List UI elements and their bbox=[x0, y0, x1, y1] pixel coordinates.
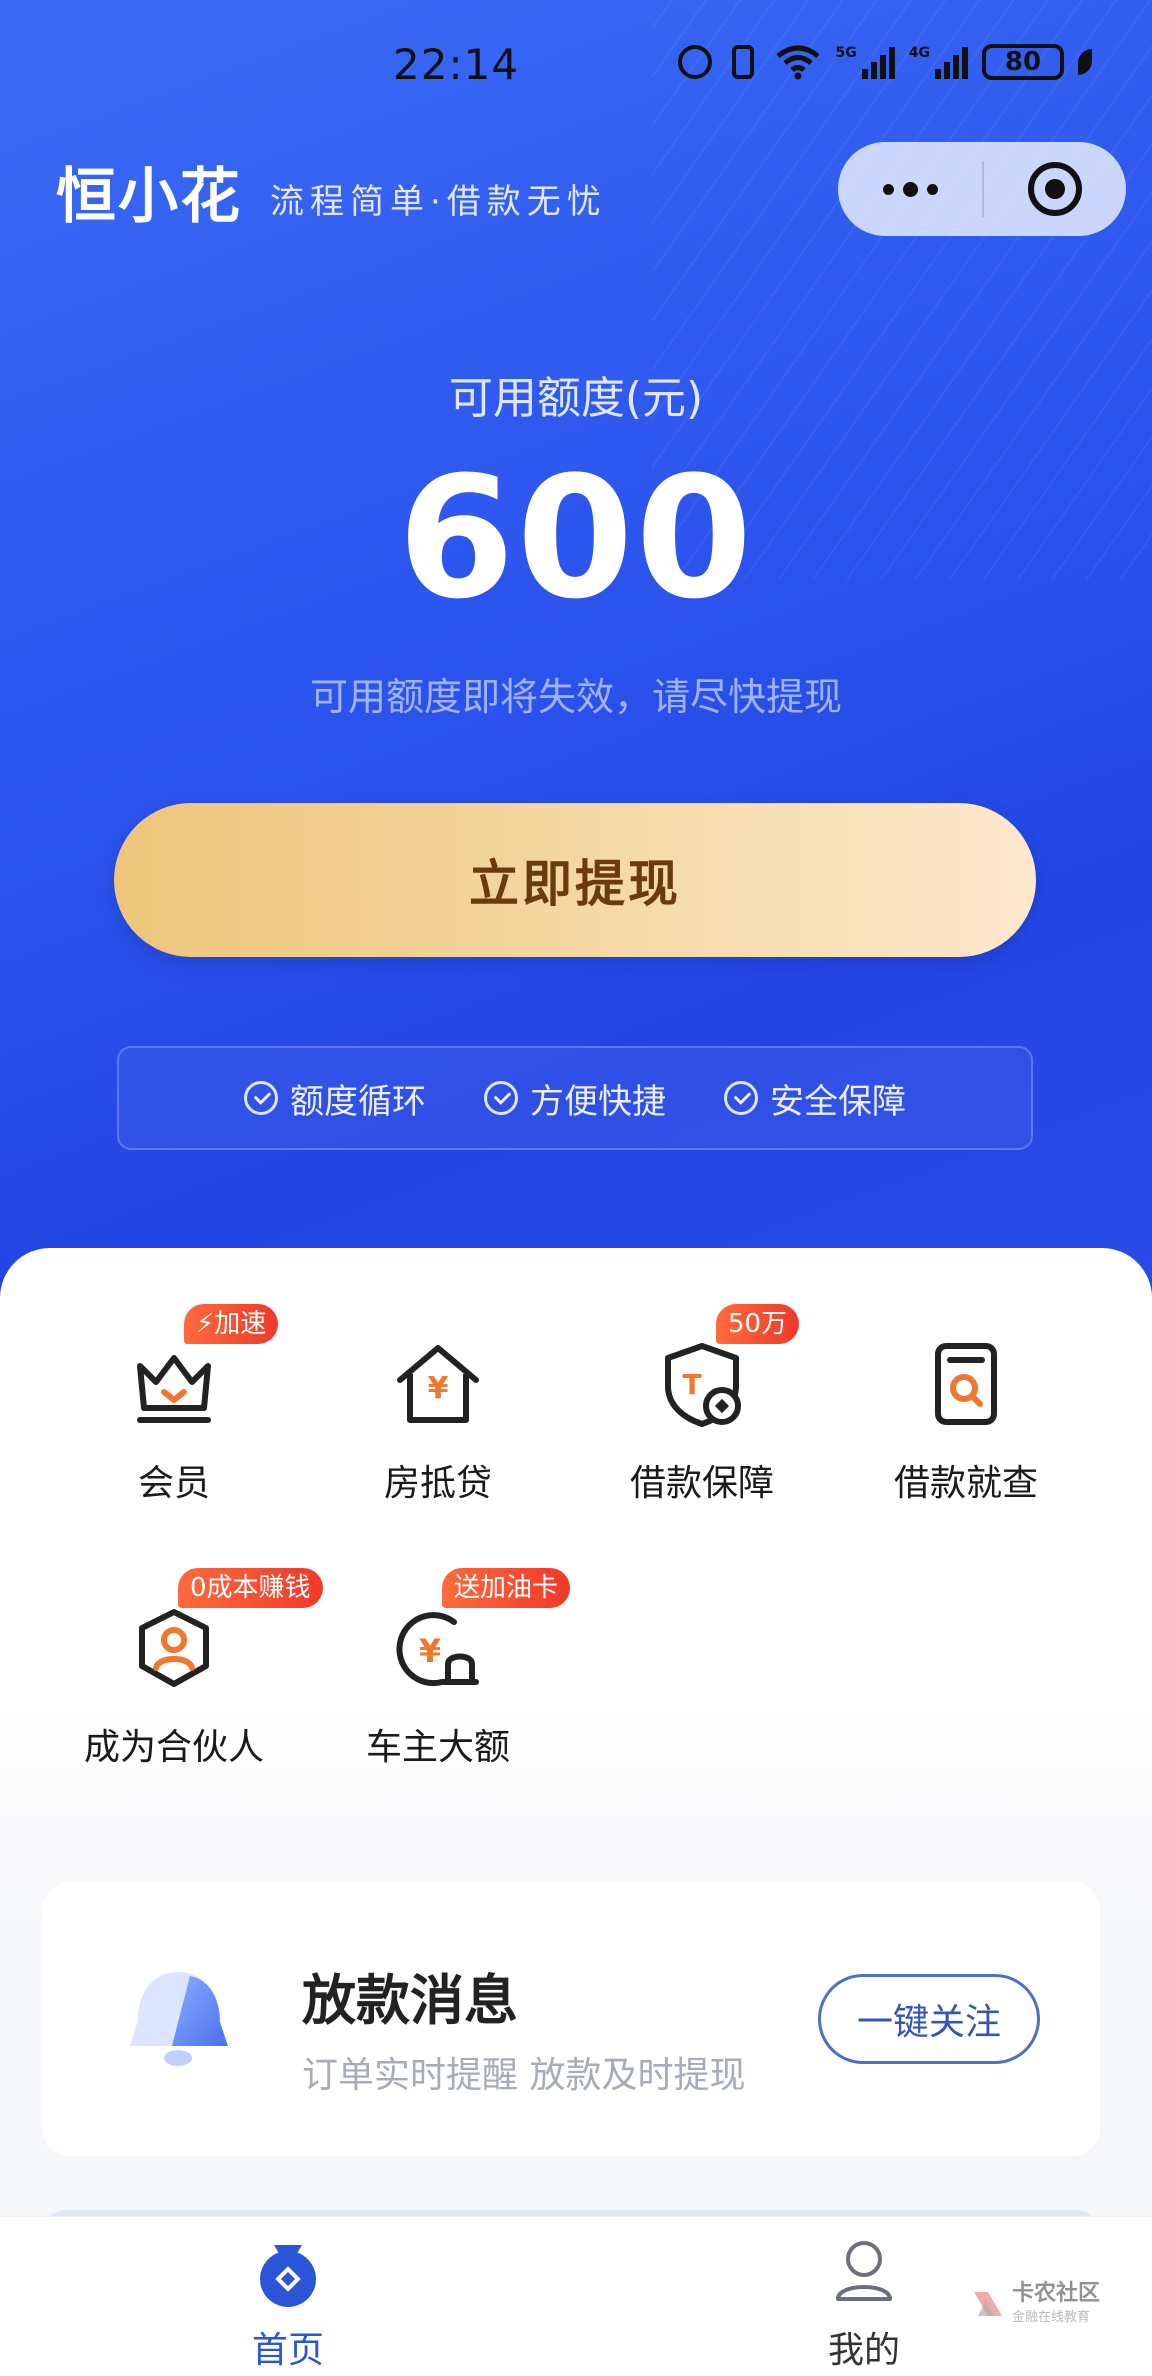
service-label: 成为合伙人 bbox=[83, 1727, 264, 1768]
status-time: 22:14 bbox=[393, 40, 520, 89]
wifi-icon bbox=[775, 45, 820, 80]
more-dots-icon[interactable] bbox=[838, 181, 982, 197]
feature-label: 安全保障 bbox=[770, 1081, 906, 1122]
feature-label: 方便快捷 bbox=[530, 1081, 666, 1122]
leaf-icon bbox=[1078, 49, 1092, 75]
brand-header: 恒小花 流程简单·借款无忧 bbox=[56, 148, 607, 235]
network-4g-label: 4G bbox=[908, 45, 930, 61]
feature-strip: 额度循环 方便快捷 安全保障 bbox=[117, 1046, 1033, 1150]
notice-title: 放款消息 bbox=[302, 1969, 518, 2032]
network-5g-label: 5G bbox=[835, 45, 857, 61]
service-label: 借款就查 bbox=[893, 1463, 1038, 1504]
tab-label: 首页 bbox=[251, 2330, 324, 2371]
watermark-logo-icon bbox=[970, 2286, 1006, 2322]
tab-home[interactable]: 首页 bbox=[168, 2237, 408, 2373]
miniprogram-capsule bbox=[838, 142, 1126, 236]
badge-zero-cost: 0成本赚钱 bbox=[178, 1568, 323, 1608]
house-yuan-icon: ¥ bbox=[390, 1336, 486, 1432]
svg-text:¥: ¥ bbox=[419, 1632, 441, 1670]
svg-text:T: T bbox=[682, 1368, 701, 1401]
status-bar: 22:14 5G 4G 80 bbox=[0, 0, 1152, 135]
car-loan-icon: ¥ 送加油卡 bbox=[390, 1568, 571, 1696]
feature-item: 额度循环 bbox=[244, 1074, 426, 1123]
follow-button[interactable]: 一键关注 bbox=[818, 1974, 1040, 2064]
vibrate-icon bbox=[731, 45, 754, 79]
watermark-subtitle: 金融在线教育 bbox=[1012, 2310, 1091, 2325]
service-loan-check[interactable]: 借款就查 bbox=[834, 1336, 1098, 1506]
quota-label: 可用额度(元) bbox=[448, 373, 704, 424]
service-member[interactable]: ⚡加速 会员 bbox=[42, 1304, 306, 1506]
badge-fuel-card: 送加油卡 bbox=[442, 1568, 571, 1608]
service-loan-protection[interactable]: T 50万 借款保障 bbox=[570, 1304, 834, 1506]
feature-label: 额度循环 bbox=[290, 1081, 426, 1122]
badge-speedup: ⚡加速 bbox=[184, 1304, 279, 1344]
shield-icon: T 50万 bbox=[654, 1304, 800, 1432]
tab-mine[interactable]: 我的 bbox=[744, 2237, 984, 2373]
partner-icon: 0成本赚钱 bbox=[126, 1568, 323, 1696]
home-bag-icon bbox=[260, 2245, 316, 2307]
battery-icon: 80 bbox=[982, 44, 1064, 80]
alarm-icon bbox=[677, 45, 712, 79]
tab-label: 我的 bbox=[827, 2330, 900, 2371]
brand-slogan: 流程简单·借款无忧 bbox=[270, 182, 607, 222]
service-car-owner[interactable]: ¥ 送加油卡 车主大额 bbox=[306, 1568, 571, 1770]
status-icons: 5G 4G 80 bbox=[677, 44, 1092, 80]
loan-notice-card: 放款消息 订单实时提醒 放款及时提现 一键关注 bbox=[42, 1882, 1100, 2156]
quota-value: 600 bbox=[397, 440, 755, 636]
notice-subtitle: 订单实时提醒 放款及时提现 bbox=[302, 2055, 746, 2096]
service-label: 车主大额 bbox=[365, 1727, 510, 1768]
service-label: 会员 bbox=[137, 1463, 210, 1504]
signal-5g-icon: 5G bbox=[836, 45, 895, 79]
check-circle-icon bbox=[724, 1081, 758, 1115]
service-label: 借款保障 bbox=[629, 1463, 774, 1504]
quota-tip: 可用额度即将失效，请尽快提现 bbox=[309, 675, 842, 719]
check-circle-icon bbox=[244, 1081, 278, 1115]
watermark: 卡农社区 金融在线教育 bbox=[970, 2282, 1100, 2325]
badge-50w: 50万 bbox=[716, 1304, 800, 1344]
feature-item: 方便快捷 bbox=[484, 1074, 666, 1123]
svg-text:¥: ¥ bbox=[428, 1371, 449, 1406]
brand-logo: 恒小花 bbox=[56, 162, 242, 232]
service-mortgage[interactable]: ¥ 房抵贷 bbox=[306, 1336, 570, 1506]
service-partner[interactable]: 0成本赚钱 成为合伙人 bbox=[42, 1568, 323, 1770]
service-label: 房抵贷 bbox=[383, 1463, 492, 1504]
close-target-icon[interactable] bbox=[984, 162, 1126, 216]
search-doc-icon bbox=[918, 1336, 1014, 1432]
hero-section: 22:14 5G 4G 80 恒小花 流程简单·借款无忧 可用额度(元) 600… bbox=[0, 0, 1152, 1300]
crown-icon: ⚡加速 bbox=[126, 1304, 279, 1432]
signal-4g-icon: 4G bbox=[909, 45, 968, 79]
user-icon bbox=[836, 2241, 892, 2301]
bell-icon bbox=[120, 1962, 250, 2082]
check-circle-icon bbox=[484, 1081, 518, 1115]
feature-item: 安全保障 bbox=[724, 1074, 906, 1123]
withdraw-now-button[interactable]: 立即提现 bbox=[114, 803, 1036, 957]
watermark-title: 卡农社区 bbox=[1012, 2281, 1101, 2306]
